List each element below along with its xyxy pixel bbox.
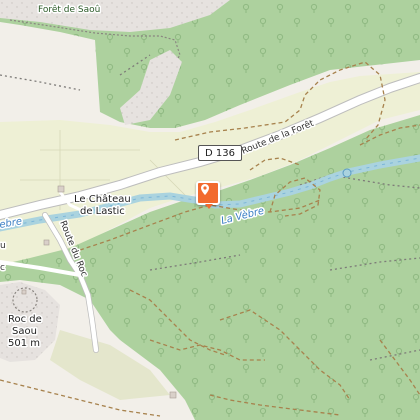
roc-label-line1: Roc de — [8, 314, 42, 325]
building-small — [43, 239, 50, 246]
map-view[interactable]: Forêt de Saoû Route de la Forêt Le Châte… — [0, 0, 420, 420]
location-marker[interactable] — [196, 181, 220, 209]
building-roc — [21, 289, 27, 295]
road-shield-d136: D 136 — [198, 145, 242, 161]
chateau-label-line1: Le Château — [74, 193, 131, 205]
building-south — [169, 391, 177, 399]
chateau-label-line2: de Lastic — [80, 206, 125, 217]
forest-label: Forêt de Saoû — [38, 4, 100, 15]
map-canvas: Forêt de Saoû Route de la Forêt Le Châte… — [0, 0, 420, 420]
roc-label-line2: Saou — [12, 326, 37, 337]
spring-marker — [342, 168, 352, 178]
chateau-building — [57, 185, 65, 193]
left-edge-road-label: u — [0, 241, 6, 251]
left-edge-roc-label: c — [0, 263, 5, 273]
roc-elevation-label: 501 m — [8, 338, 40, 349]
location-pin-icon — [201, 184, 209, 195]
